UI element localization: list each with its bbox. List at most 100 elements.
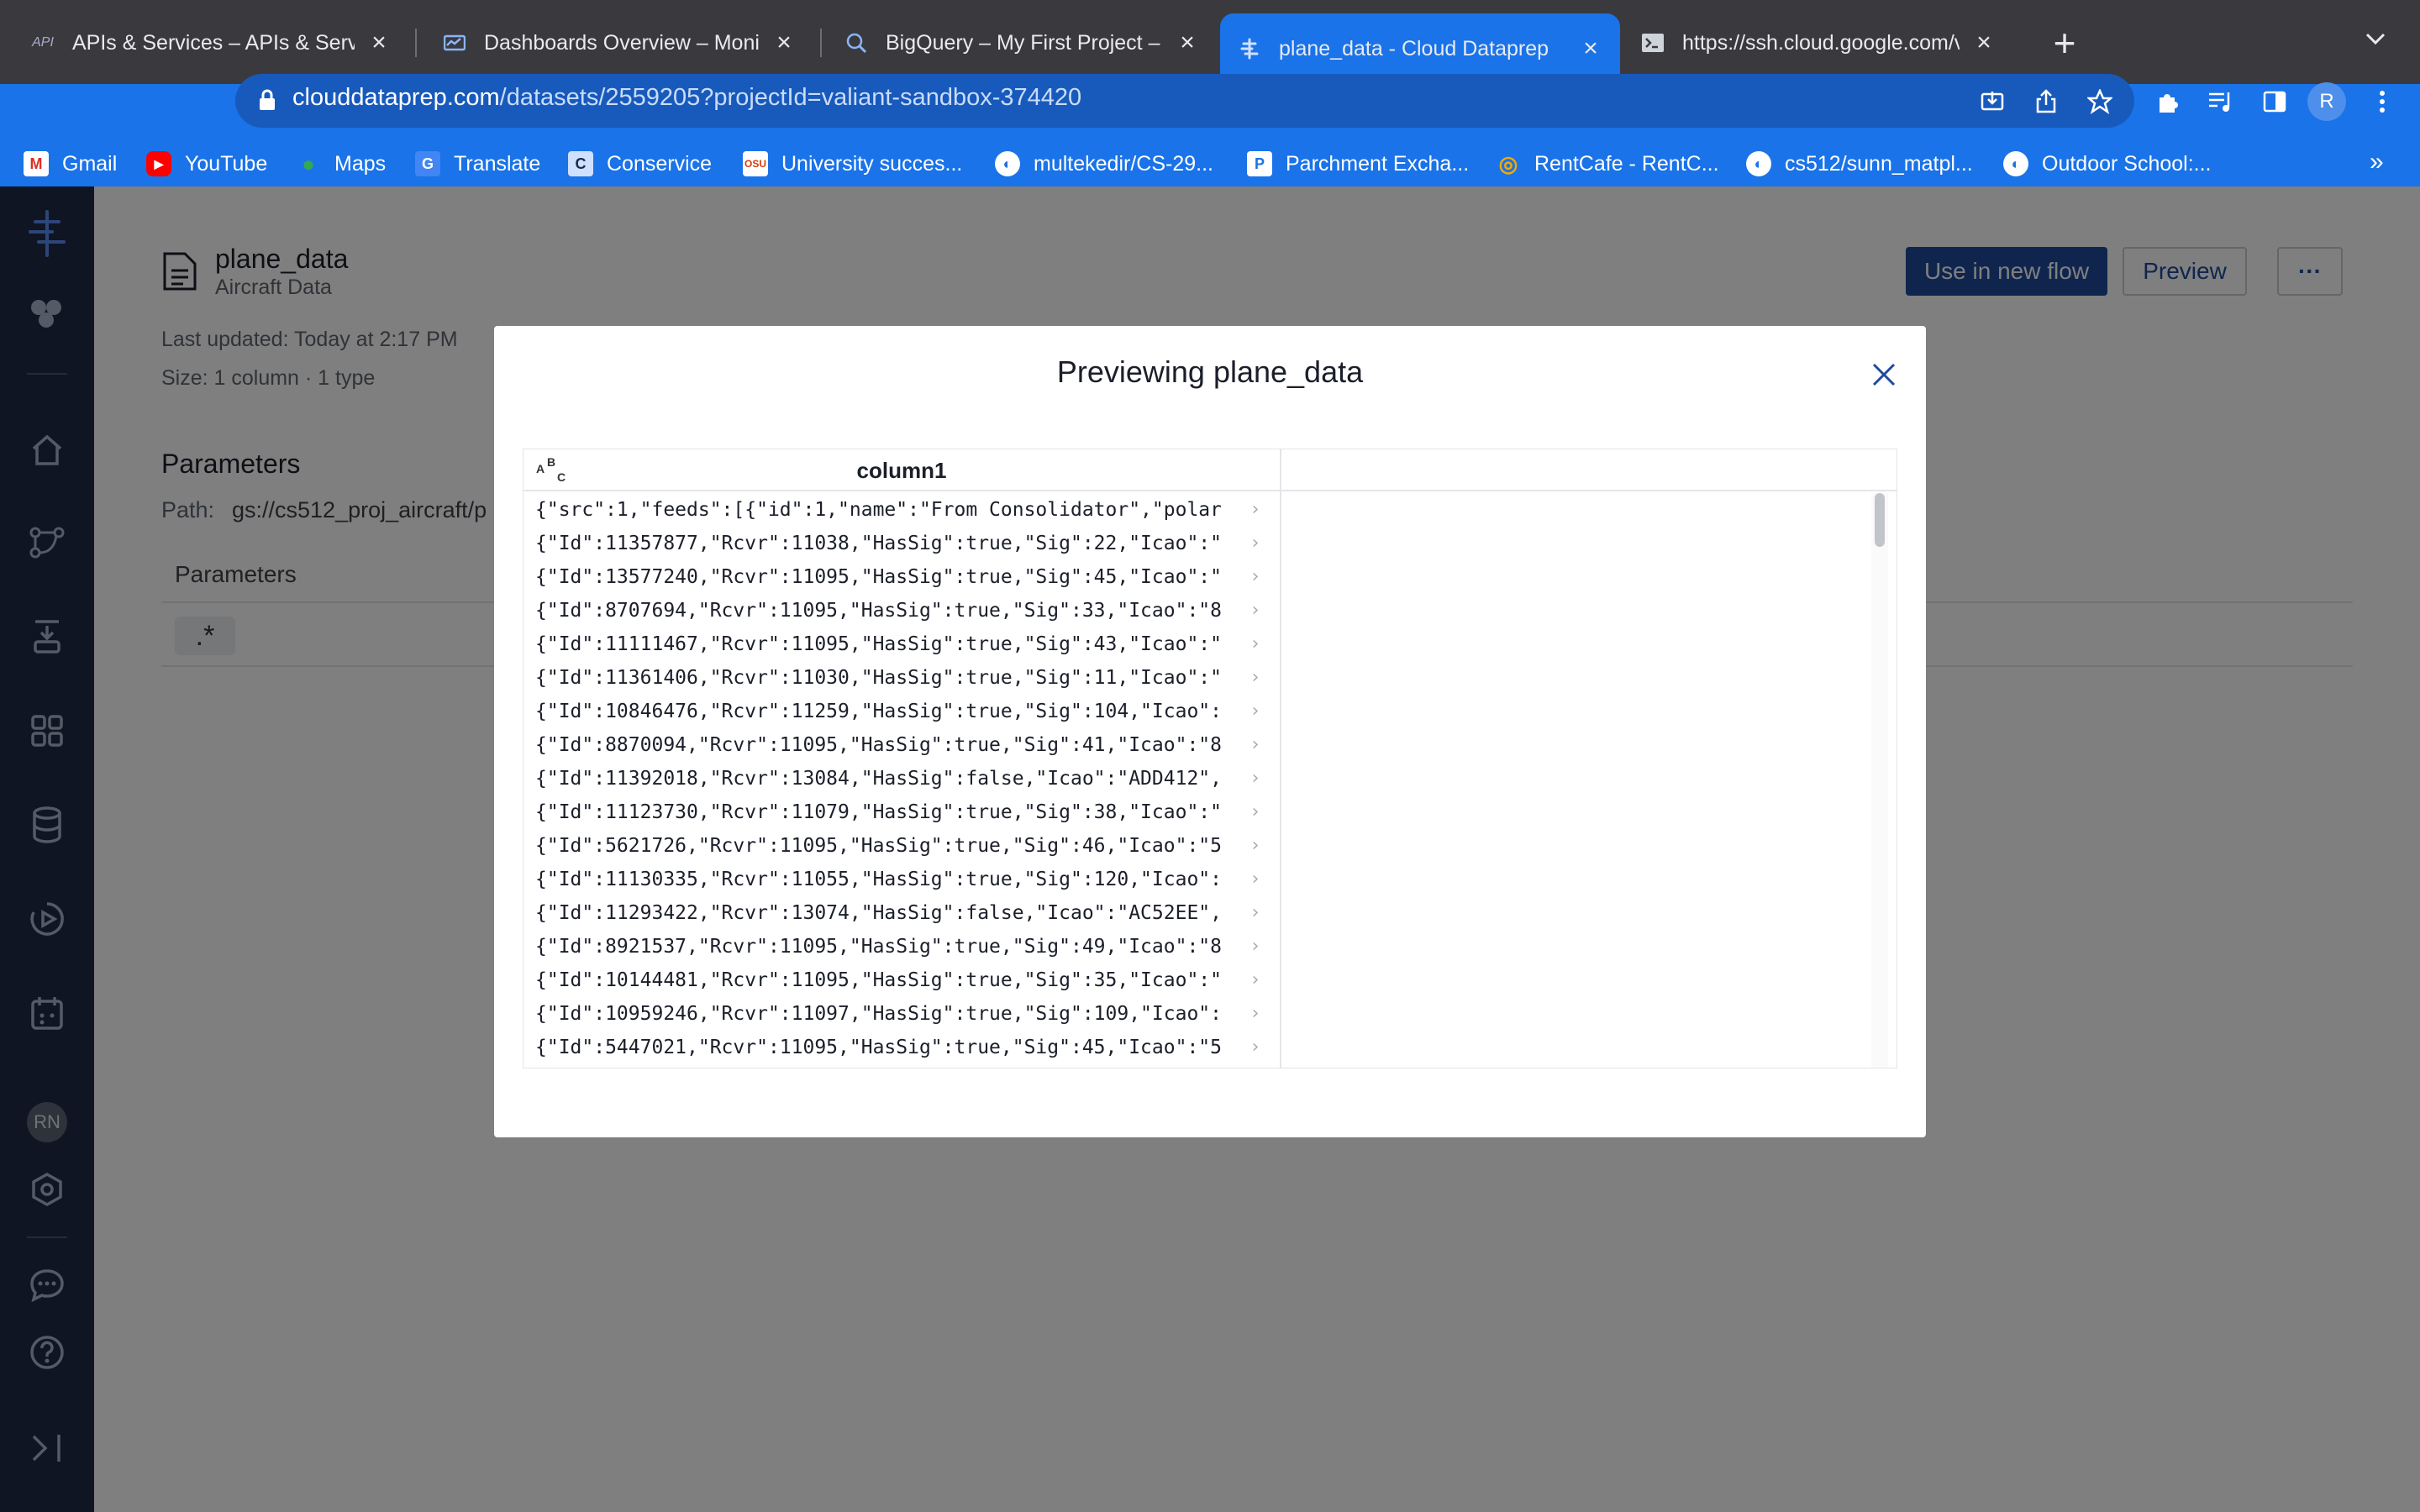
table-row[interactable]: {"Id":10959246,"Rcvr":11097,"HasSig":tru… (523, 997, 1280, 1031)
table-row[interactable]: {"Id":11123730,"Rcvr":11079,"HasSig":tru… (523, 795, 1280, 829)
url-text[interactable]: clouddataprep.com/datasets/2559205?proje… (292, 84, 1081, 112)
table-row[interactable]: {"Id":10144481,"Rcvr":11095,"HasSig":tru… (523, 963, 1280, 997)
table-row[interactable]: {"Id":8707694,"Rcvr":11095,"HasSig":true… (523, 594, 1280, 627)
table-row[interactable]: {"Id":11111467,"Rcvr":11095,"HasSig":tru… (523, 627, 1280, 661)
table-row[interactable]: {"Id":11130335,"Rcvr":11055,"HasSig":tru… (523, 863, 1280, 896)
side-panel-icon[interactable] (2255, 82, 2294, 121)
table-row[interactable]: {"Id":10846476,"Rcvr":11259,"HasSig":tru… (523, 695, 1280, 728)
rentcafe-icon: ◎ (1498, 150, 1518, 176)
bookmark-conservice[interactable]: C Conservice (568, 141, 712, 186)
bookmark-outdoor-school[interactable]: ◐ Outdoor School:... (2003, 141, 2212, 186)
tab-search-chevron-icon[interactable] (2365, 24, 2386, 52)
share-icon[interactable] (2027, 82, 2065, 121)
scrollbar-track[interactable] (1871, 493, 1888, 1068)
bookmarks-overflow-icon[interactable]: » (2370, 148, 2384, 176)
cell-value: {"Id":13577240,"Rcvr":11095,"HasSig":tru… (535, 566, 1222, 588)
expand-chevron-icon[interactable]: › (1243, 896, 1268, 930)
tab-title: BigQuery – My First Project – C (886, 30, 1163, 55)
tab-title: https://ssh.cloud.google.com/v (1682, 30, 1960, 55)
gmail-icon: M (24, 151, 49, 176)
table-row[interactable]: {"Id":11357877,"Rcvr":11038,"HasSig":tru… (523, 527, 1280, 560)
expand-chevron-icon[interactable]: › (1243, 829, 1268, 863)
expand-chevron-icon[interactable]: › (1243, 795, 1268, 829)
translate-icon: G (415, 151, 440, 176)
tab-dashboards[interactable]: Dashboards Overview – Monito × (425, 13, 813, 72)
lock-icon[interactable] (259, 89, 276, 111)
maps-icon: ● (302, 150, 315, 176)
new-tab-icon[interactable]: + (2044, 21, 2086, 65)
close-icon[interactable]: × (1175, 29, 1200, 56)
university-icon: OSU (743, 151, 768, 176)
cell-value: {"Id":10846476,"Rcvr":11259,"HasSig":tru… (535, 701, 1222, 722)
tab-separator (415, 29, 417, 57)
close-icon[interactable]: × (771, 29, 797, 56)
extensions-icon[interactable] (2148, 82, 2186, 121)
bookmark-translate[interactable]: G Translate (415, 141, 540, 186)
table-row[interactable]: {"src":1,"feeds":[{"id":1,"name":"From C… (523, 493, 1280, 527)
grid-header: A B C column1 (523, 449, 1897, 491)
expand-chevron-icon[interactable]: › (1243, 527, 1268, 560)
expand-chevron-icon[interactable]: › (1243, 863, 1268, 896)
github-icon: ◐ (2003, 151, 2028, 176)
expand-chevron-icon[interactable]: › (1243, 728, 1268, 762)
profile-avatar[interactable]: R (2307, 82, 2346, 121)
close-icon[interactable] (1869, 360, 1899, 390)
tab-bigquery[interactable]: BigQuery – My First Project – C × (827, 13, 1217, 72)
install-icon[interactable] (1973, 82, 2012, 121)
table-row[interactable]: {"Id":13577240,"Rcvr":11095,"HasSig":tru… (523, 560, 1280, 594)
bigquery-icon (844, 30, 869, 55)
bookmark-gmail[interactable]: M Gmail (24, 141, 117, 186)
kebab-menu-icon[interactable] (2363, 82, 2402, 121)
expand-chevron-icon[interactable]: › (1243, 1064, 1268, 1068)
cell-value: {"Id":11123730,"Rcvr":11079,"HasSig":tru… (535, 801, 1222, 823)
bookmarks-bar: M Gmail ▶ YouTube ● Maps G Translate C C… (0, 141, 2420, 186)
close-icon[interactable]: × (1578, 34, 1603, 62)
table-row[interactable]: {"Id":8921537,"Rcvr":11095,"HasSig":true… (523, 930, 1280, 963)
close-icon[interactable]: × (366, 29, 392, 56)
table-row[interactable]: {"Id":7624155,"Rcvr":11095,"HasSig":true… (523, 1064, 1280, 1068)
expand-chevron-icon[interactable]: › (1243, 762, 1268, 795)
expand-chevron-icon[interactable]: › (1243, 930, 1268, 963)
bookmark-university[interactable]: OSU University succes... (743, 141, 962, 186)
bookmark-label: Translate (454, 151, 541, 176)
scrollbar-thumb[interactable] (1875, 493, 1885, 547)
table-row[interactable]: {"Id":11392018,"Rcvr":13084,"HasSig":fal… (523, 762, 1280, 795)
url-host: clouddataprep.com (292, 84, 500, 111)
bookmark-github-cs29[interactable]: ◐ multekedir/CS-29... (995, 141, 1213, 186)
expand-chevron-icon[interactable]: › (1243, 627, 1268, 661)
github-icon: ◐ (995, 151, 1020, 176)
table-row[interactable]: {"Id":5621726,"Rcvr":11095,"HasSig":true… (523, 829, 1280, 863)
youtube-icon: ▶ (146, 151, 171, 176)
table-row[interactable]: {"Id":11293422,"Rcvr":13074,"HasSig":fal… (523, 896, 1280, 930)
bookmark-parchment[interactable]: P Parchment Excha... (1247, 141, 1469, 186)
expand-chevron-icon[interactable]: › (1243, 695, 1268, 728)
address-bar[interactable]: clouddataprep.com/datasets/2559205?proje… (235, 74, 2134, 128)
expand-chevron-icon[interactable]: › (1243, 560, 1268, 594)
preview-data-grid: A B C column1 {"src":1,"feeds":[{"id":1,… (523, 449, 1897, 1068)
bookmark-label: cs512/sunn_matpl... (1785, 151, 1973, 176)
cell-value: {"Id":11357877,"Rcvr":11038,"HasSig":tru… (535, 533, 1222, 554)
expand-chevron-icon[interactable]: › (1243, 997, 1268, 1031)
dataprep-icon (1237, 36, 1262, 61)
expand-chevron-icon[interactable]: › (1243, 594, 1268, 627)
expand-chevron-icon[interactable]: › (1243, 493, 1268, 527)
tab-apis-services[interactable]: API APIs & Services – APIs & Servi × (13, 13, 408, 72)
expand-chevron-icon[interactable]: › (1243, 661, 1268, 695)
bookmark-maps[interactable]: ● Maps (296, 141, 386, 186)
bookmark-youtube[interactable]: ▶ YouTube (146, 141, 267, 186)
bookmark-rentcafe[interactable]: ◎ RentCafe - RentC... (1496, 141, 1719, 186)
modal-title: Previewing plane_data (1056, 354, 1364, 389)
close-icon[interactable]: × (1971, 29, 1996, 56)
cell-value: {"Id":11392018,"Rcvr":13084,"HasSig":fal… (535, 768, 1222, 790)
table-row[interactable]: {"Id":11361406,"Rcvr":11030,"HasSig":tru… (523, 661, 1280, 695)
column-header-name[interactable]: column1 (523, 458, 1280, 484)
tab-separator (820, 29, 822, 57)
media-control-icon[interactable] (2202, 82, 2240, 121)
table-row[interactable]: {"Id":5447021,"Rcvr":11095,"HasSig":true… (523, 1031, 1280, 1064)
tab-ssh[interactable]: https://ssh.cloud.google.com/v × (1623, 13, 2013, 72)
table-row[interactable]: {"Id":8870094,"Rcvr":11095,"HasSig":true… (523, 728, 1280, 762)
star-icon[interactable] (2081, 82, 2119, 121)
bookmark-github-cs512[interactable]: ◐ cs512/sunn_matpl... (1746, 141, 1973, 186)
expand-chevron-icon[interactable]: › (1243, 1031, 1268, 1064)
expand-chevron-icon[interactable]: › (1243, 963, 1268, 997)
